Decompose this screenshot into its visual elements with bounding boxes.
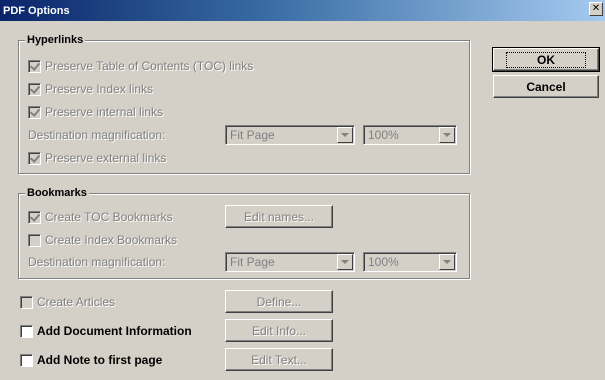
checkbox-box[interactable] [28,105,41,119]
bookmarks-zoom-value: 100% [368,255,399,269]
checkbox-box[interactable] [28,151,41,165]
chevron-down-icon[interactable] [439,254,455,270]
bookmarks-group-title: Bookmarks [25,186,89,200]
preserve-toc-links-checkbox[interactable]: Preserve Table of Contents (TOC) links [28,58,253,74]
ok-button[interactable]: OK [492,47,600,72]
hyperlinks-destination-label: Destination magnification: [28,128,166,142]
bookmarks-zoom-select[interactable]: 100% [363,252,457,272]
preserve-index-links-label: Preserve Index links [45,82,154,96]
create-toc-bookmarks-label: Create TOC Bookmarks [45,210,173,224]
add-document-information-label: Add Document Information [37,324,192,338]
bookmarks-destination-label: Destination magnification: [28,255,166,269]
checkbox-box[interactable] [28,82,41,96]
chevron-down-icon[interactable] [337,127,353,143]
window-title: PDF Options [3,4,70,17]
checkbox-box[interactable] [20,353,33,367]
create-index-bookmarks-checkbox[interactable]: Create Index Bookmarks [28,232,177,248]
add-note-checkbox[interactable]: Add Note to first page [20,352,162,368]
chevron-down-icon[interactable] [439,127,455,143]
add-document-information-checkbox[interactable]: Add Document Information [20,323,192,339]
hyperlinks-fit-value: Fit Page [230,128,275,142]
close-icon[interactable]: ✕ [589,2,603,16]
preserve-index-links-checkbox[interactable]: Preserve Index links [28,81,153,97]
create-toc-bookmarks-checkbox[interactable]: Create TOC Bookmarks [28,209,173,225]
checkbox-box[interactable] [28,210,41,224]
preserve-toc-links-label: Preserve Table of Contents (TOC) links [45,59,254,73]
cancel-button[interactable]: Cancel [493,75,599,98]
preserve-internal-links-label: Preserve internal links [45,105,164,119]
add-note-label: Add Note to first page [37,353,163,367]
preserve-external-links-checkbox[interactable]: Preserve external links [28,150,166,166]
edit-info-button[interactable]: Edit Info... [225,319,333,342]
hyperlinks-destination-label-row: Destination magnification: [28,127,165,143]
create-articles-label: Create Articles [37,295,116,309]
hyperlinks-zoom-value: 100% [368,128,399,142]
checkbox-box[interactable] [28,233,41,247]
edit-text-button[interactable]: Edit Text... [225,348,333,371]
checkbox-box[interactable] [20,295,33,309]
pdf-options-dialog: PDF Options ✕ Hyperlinks Preserve Table … [0,0,605,380]
preserve-external-links-label: Preserve external links [45,151,167,165]
hyperlinks-fit-select[interactable]: Fit Page [225,125,355,145]
create-articles-checkbox[interactable]: Create Articles [20,294,115,310]
title-bar[interactable]: PDF Options ✕ [0,0,605,21]
bookmarks-fit-value: Fit Page [230,255,275,269]
preserve-internal-links-checkbox[interactable]: Preserve internal links [28,104,163,120]
edit-names-button[interactable]: Edit names... [225,205,333,228]
checkbox-box[interactable] [20,324,33,338]
ok-button-label: OK [506,51,586,68]
define-button[interactable]: Define... [225,290,333,313]
hyperlinks-group-title: Hyperlinks [25,33,86,47]
bookmarks-destination-label-row: Destination magnification: [28,254,165,270]
checkbox-box[interactable] [28,59,41,73]
chevron-down-icon[interactable] [337,254,353,270]
bookmarks-fit-select[interactable]: Fit Page [225,252,355,272]
create-index-bookmarks-label: Create Index Bookmarks [45,233,178,247]
hyperlinks-zoom-select[interactable]: 100% [363,125,457,145]
